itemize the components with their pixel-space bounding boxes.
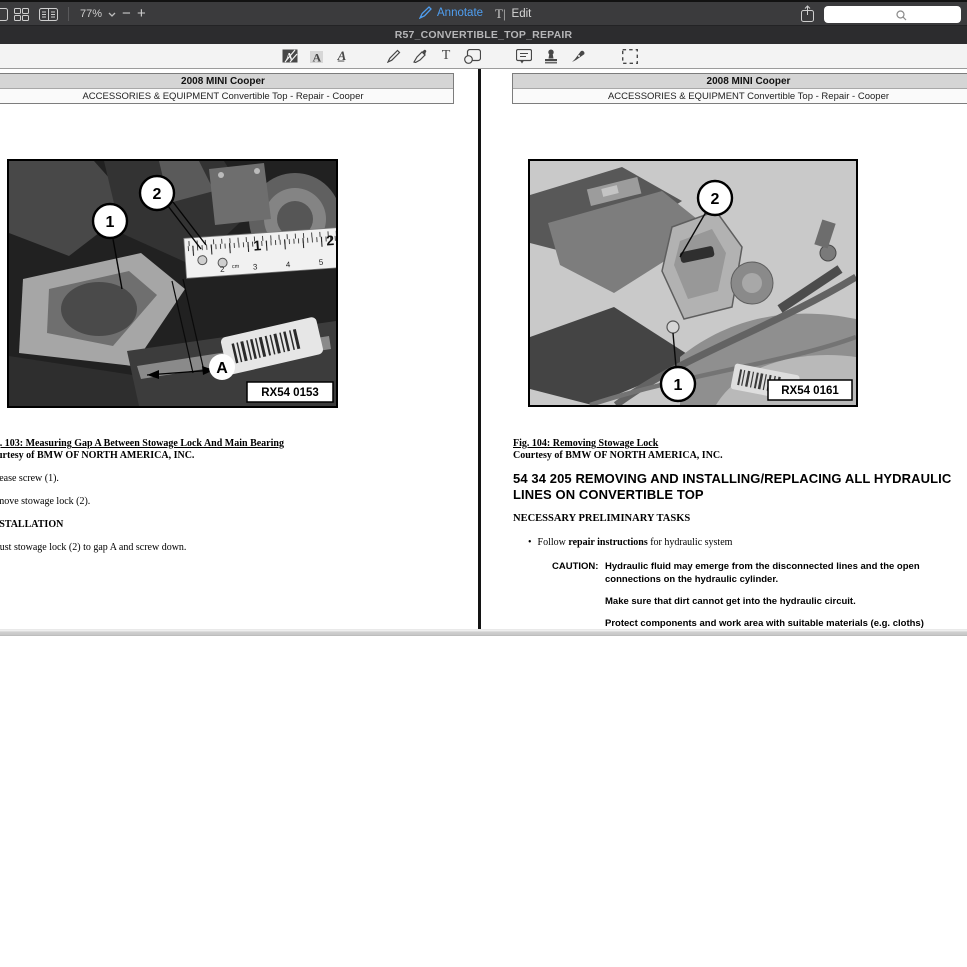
toolbar-separator [68, 7, 69, 21]
sidebar-icon[interactable] [0, 8, 8, 21]
section-heading: 54 34 205 REMOVING AND INSTALLING/REPLAC… [513, 471, 958, 503]
zoom-level-value: 77% [80, 8, 102, 20]
left-callout-2: 2 [153, 186, 162, 203]
main-toolbar: 77% − + Annotate T| Edit [0, 0, 967, 25]
caution-line-4: Protect components and work area with su… [605, 618, 924, 629]
right-page-header: 2008 MINI Cooper ACCESSORIES & EQUIPMENT… [512, 73, 967, 104]
edit-label: Edit [512, 8, 532, 20]
caution-label: CAUTION: [552, 561, 598, 572]
caution-line-2: connections on the hydraulic cylinder. [605, 574, 778, 585]
pencil-icon[interactable] [384, 46, 404, 66]
left-page-header: 2008 MINI Cooper ACCESSORIES & EQUIPMENT… [0, 73, 454, 104]
right-header-title: 2008 MINI Cooper [513, 74, 967, 89]
search-input[interactable] [824, 6, 961, 23]
left-installation-heading: NSTALLATION [0, 519, 63, 530]
bullet-dot: • [528, 537, 532, 548]
right-figure-ref: RX54 0161 [781, 385, 839, 397]
right-figure-illustration: 2 1 RX54 0161 [528, 159, 858, 407]
zoom-in-button[interactable]: + [137, 5, 146, 22]
edit-mode-button[interactable]: T| Edit [495, 6, 531, 22]
zoom-out-button[interactable]: − [122, 5, 131, 22]
ruler-inch-1: 1 [253, 237, 262, 254]
two-page-view-icon[interactable] [39, 8, 58, 21]
preliminary-tasks-heading: NECESSARY PRELIMINARY TASKS [513, 513, 690, 524]
right-figure-caption: Fig. 104: Removing Stowage Lock [513, 438, 658, 449]
section-heading-line1: 54 34 205 REMOVING AND INSTALLING/REPLAC… [513, 471, 958, 487]
page-gap-divider [478, 69, 481, 629]
stamp-icon[interactable] [541, 46, 561, 66]
zoom-level-dropdown[interactable]: 77% [80, 8, 116, 20]
text-tool-icon[interactable]: T [436, 46, 456, 66]
grid-view-icon[interactable] [14, 8, 29, 21]
left-figure-courtesy: ourtesy of BMW OF NORTH AMERICA, INC. [0, 450, 194, 461]
annotate-mode-button[interactable]: Annotate [419, 6, 483, 19]
text-style-icon[interactable]: A̲ [332, 46, 352, 66]
left-header-subtitle: ACCESSORIES & EQUIPMENT Convertible Top … [0, 89, 453, 103]
right-figure-courtesy: Courtesy of BMW OF NORTH AMERICA, INC. [513, 450, 723, 461]
left-step-adjust: djust stowage lock (2) to gap A and scre… [0, 542, 186, 553]
document-content[interactable]: 2008 MINI Cooper ACCESSORIES & EQUIPMENT… [0, 69, 967, 629]
bullet-bold: repair instructions [568, 537, 647, 548]
left-figure-caption: ig. 103: Measuring Gap A Between Stowage… [0, 438, 284, 449]
document-title: R57_CONVERTIBLE_TOP_REPAIR [395, 29, 573, 41]
redact-icon[interactable]: A [280, 46, 300, 66]
left-step-release: elease screw (1). [0, 473, 59, 484]
annotate-pen-icon [419, 6, 432, 19]
ruler-inch-2: 2 [326, 232, 335, 249]
gap-label-a: A [216, 360, 228, 377]
left-callout-1: 1 [106, 214, 115, 231]
marker-icon[interactable] [410, 46, 430, 66]
caution-line-3: Make sure that dirt cannot get into the … [605, 596, 856, 607]
left-step-remove: emove stowage lock (2). [0, 496, 90, 507]
chevron-down-icon [108, 12, 116, 17]
note-icon[interactable] [514, 46, 534, 66]
left-header-title: 2008 MINI Cooper [0, 74, 453, 89]
left-figure-photo: 1 2 2 cm 3 4 5 A 1 [7, 159, 338, 408]
search-icon [896, 10, 907, 21]
svg-text:A: A [312, 50, 321, 64]
caution-line-1: Hydraulic fluid may emerge from the disc… [605, 561, 920, 572]
document-titlebar: R57_CONVERTIBLE_TOP_REPAIR [0, 25, 967, 44]
selection-icon[interactable] [620, 46, 640, 66]
right-header-subtitle: ACCESSORIES & EQUIPMENT Convertible Top … [513, 89, 967, 103]
sign-pen-icon[interactable] [568, 46, 588, 66]
bullet-item: • Follow repair instructions for hydrauli… [528, 537, 732, 548]
right-callout-2: 2 [711, 191, 720, 208]
pdf-viewer-window: 77% − + Annotate T| Edit R57_CONVERTIBLE… [0, 0, 967, 636]
annotation-toolbar: A A A̲ T [0, 44, 967, 69]
annotate-label: Annotate [437, 7, 483, 19]
share-icon[interactable] [801, 5, 814, 22]
ruler-cm-unit: cm [232, 264, 240, 271]
section-heading-line2: LINES ON CONVERTIBLE TOP [513, 487, 958, 503]
highlight-text-icon[interactable]: A [306, 46, 326, 66]
left-figure-ref: RX54 0153 [261, 387, 319, 399]
shapes-icon[interactable] [462, 46, 482, 66]
svg-text:A: A [286, 52, 293, 62]
bullet-post: for hydraulic system [648, 537, 733, 548]
right-callout-1: 1 [674, 377, 683, 394]
edit-text-icon: T| [495, 6, 506, 22]
window-bottom-edge [0, 629, 967, 636]
bullet-pre: Follow [538, 537, 569, 548]
